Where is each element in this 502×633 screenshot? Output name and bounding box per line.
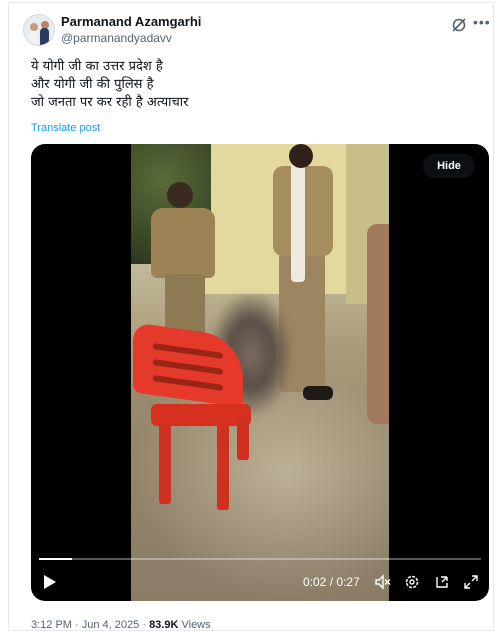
author-name[interactable]: Parmanand Azamgarhi <box>61 14 201 29</box>
picture-in-picture-icon[interactable] <box>434 574 450 590</box>
settings-icon[interactable] <box>404 574 420 590</box>
tweet-time[interactable]: 3:12 PM <box>31 619 72 631</box>
grok-icon[interactable] <box>451 17 467 33</box>
red-plastic-chair <box>131 322 261 510</box>
views-count: 83.9K <box>149 619 179 631</box>
tweet-header: Parmanand Azamgarhi @parmanandyadavv ••• <box>23 11 490 51</box>
tweet-text: ये योगी जी का उत्तर प्रदेश है और योगी जी… <box>31 58 471 112</box>
video-controls: 0:02 / 0:27 <box>31 568 489 596</box>
hide-button[interactable]: Hide <box>423 154 475 178</box>
tweet-meta: 3:12 PM · Jun 4, 2025 · 83.9K Views <box>31 619 211 631</box>
tweet-line: जो जनता पर कर रही है अत्याचार <box>31 95 189 110</box>
author-handle[interactable]: @parmanandyadavv <box>61 31 172 45</box>
tweet-line: और योगी जी की पुलिस है <box>31 77 154 92</box>
fullscreen-icon[interactable] <box>463 574 479 590</box>
video-progress-fill <box>39 558 72 560</box>
tweet-date[interactable]: Jun 4, 2025 <box>82 619 140 631</box>
duration: 0:27 <box>336 575 360 589</box>
volume-muted-icon[interactable] <box>375 574 391 590</box>
video-player[interactable]: Hide 0:02 / 0:27 <box>31 144 489 601</box>
views-label: Views <box>181 619 211 631</box>
tweet-card: Parmanand Azamgarhi @parmanandyadavv •••… <box>8 2 494 631</box>
tweet-line: ये योगी जी का उत्तर प्रदेश है <box>31 59 163 74</box>
current-time: 0:02 <box>303 575 327 589</box>
time-separator: / <box>329 575 334 589</box>
play-icon[interactable] <box>43 574 57 590</box>
video-time: 0:02 / 0:27 <box>303 575 360 589</box>
bystander-figure <box>367 224 389 424</box>
more-options-icon[interactable]: ••• <box>473 14 491 30</box>
avatar[interactable] <box>23 14 55 46</box>
translate-post-link[interactable]: Translate post <box>31 122 100 134</box>
video-frame <box>131 144 389 601</box>
video-progress-bar[interactable] <box>39 558 481 560</box>
